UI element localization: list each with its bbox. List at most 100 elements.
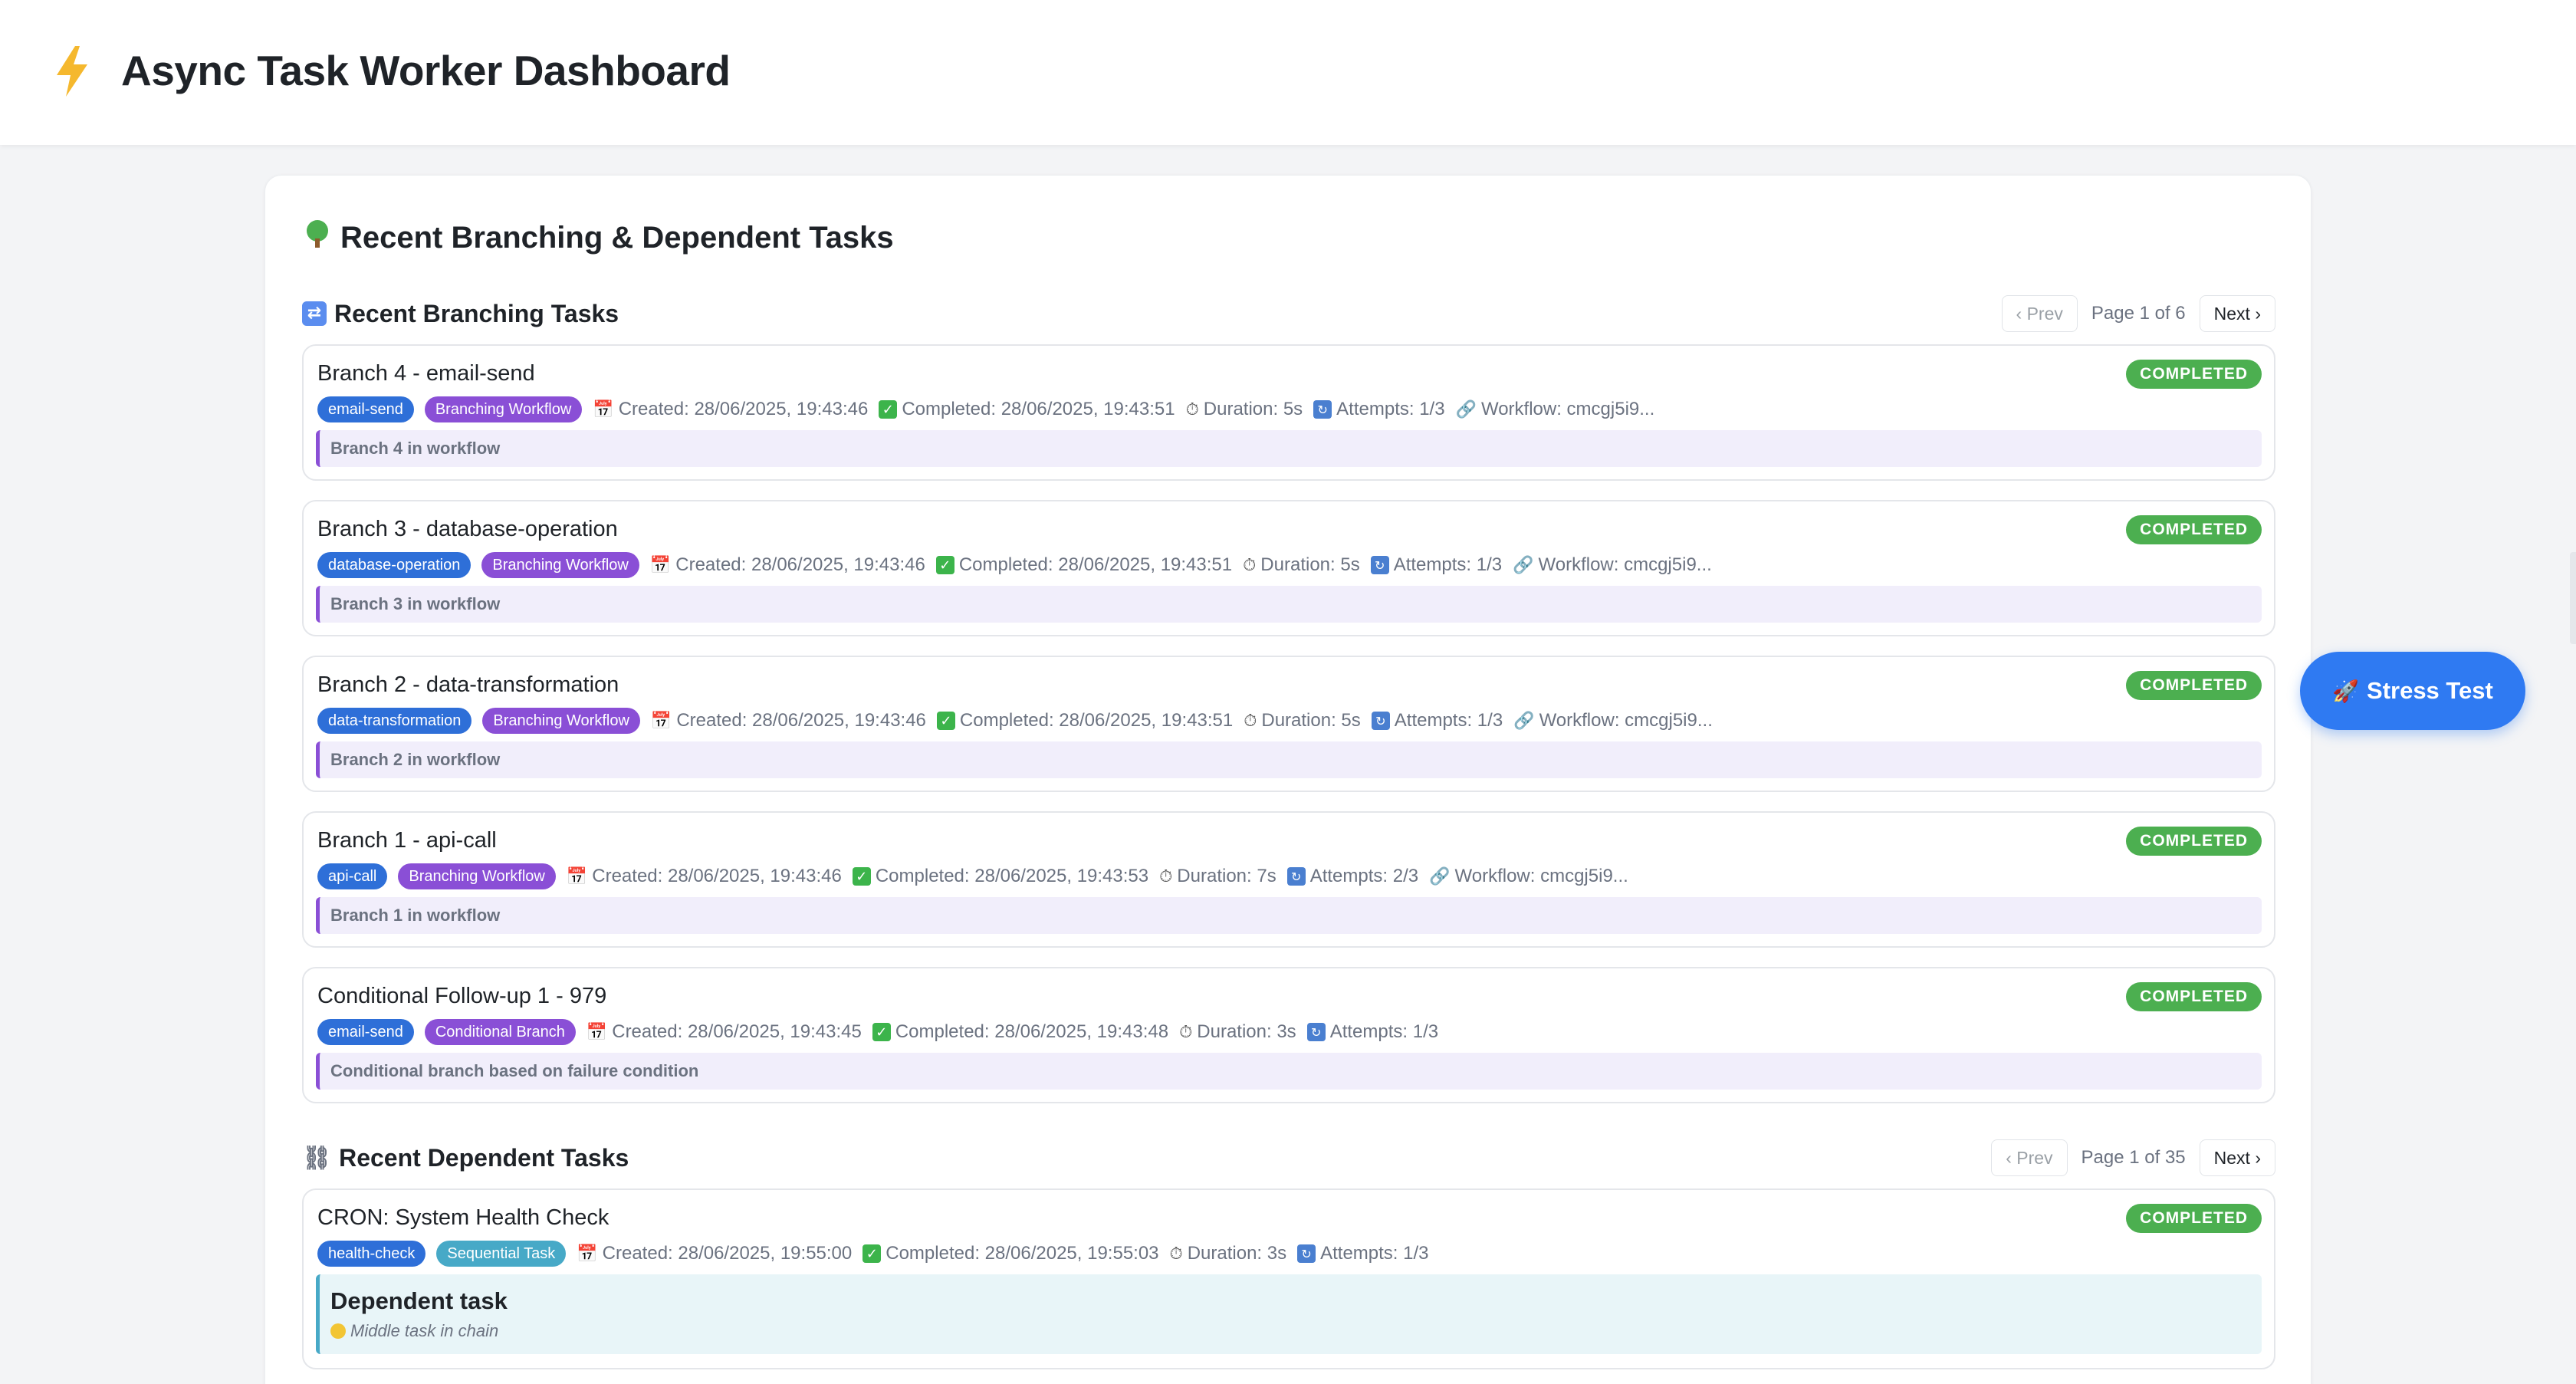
task-type-tag: email-send <box>317 396 414 422</box>
task-title: Conditional Follow-up 1 - 979 <box>317 984 607 1008</box>
task-meta: email-send Branching Workflow 📅 Created: … <box>317 396 1654 422</box>
retry-icon: ↻ <box>1313 400 1332 419</box>
completed-meta: ✓ Completed: 28/06/2025, 19:55:03 <box>863 1243 1159 1264</box>
dependent-desc-title: Dependent task <box>330 1287 508 1314</box>
task-meta: email-send Conditional Branch 📅 Created: … <box>317 1019 1438 1045</box>
created-meta: 📅 Created: 28/06/2025, 19:43:46 <box>650 554 925 576</box>
task-title: Branch 4 - email-send <box>317 361 535 386</box>
link-icon: 🔗 <box>1455 399 1477 419</box>
duration-text: Duration: 5s <box>1203 399 1303 419</box>
link-icon: 🔗 <box>1513 555 1534 575</box>
retry-icon: ↻ <box>1286 867 1306 886</box>
branching-title-text: Recent Branching Tasks <box>334 299 619 327</box>
check-icon: ✓ <box>879 400 898 419</box>
completed-meta: ✓ Completed: 28/06/2025, 19:43:51 <box>936 710 1234 731</box>
dependent-title-text: Recent Dependent Tasks <box>339 1143 629 1172</box>
link-icon: 🔗 <box>1429 866 1451 886</box>
duration-text: Duration: 7s <box>1177 866 1276 886</box>
task-meta: database-operation Branching Workflow 📅 C… <box>317 552 1712 578</box>
stopwatch-icon: ⏱ <box>1179 1022 1193 1042</box>
attempts-text: Attempts: 1/3 <box>1394 710 1503 731</box>
created-meta: 📅 Created: 28/06/2025, 19:43:46 <box>651 710 926 731</box>
dependent-prev-button[interactable]: ‹ Prev <box>1991 1139 2068 1176</box>
workflow-text: Workflow: cmcgj5i9... <box>1538 554 1712 575</box>
calendar-icon: 📅 <box>586 1022 608 1042</box>
stress-test-button[interactable]: 🚀 Stress Test <box>2300 652 2525 730</box>
top-bar: Async Task Worker Dashboard <box>0 0 2576 145</box>
duration-text: Duration: 5s <box>1261 710 1361 731</box>
panel-title-text: Recent Branching & Dependent Tasks <box>340 220 894 255</box>
dependent-section-header: ⛓ Recent Dependent Tasks ‹ Prev Page 1 o… <box>302 1139 2275 1177</box>
branching-task-card[interactable]: Conditional Follow-up 1 - 979 COMPLETED … <box>302 967 2275 1103</box>
duration-meta: ⏱ Duration: 5s <box>1243 554 1360 576</box>
workflow-tag: Branching Workflow <box>424 396 583 422</box>
created-text: Created: 28/06/2025, 19:55:00 <box>602 1243 853 1264</box>
branching-task-card[interactable]: Branch 3 - database-operation COMPLETED … <box>302 500 2275 636</box>
stopwatch-icon: ⏱ <box>1159 866 1173 886</box>
duration-meta: ⏱ Duration: 5s <box>1186 399 1303 420</box>
branching-task-card[interactable]: Branch 4 - email-send COMPLETED email-se… <box>302 344 2275 481</box>
duration-text: Duration: 5s <box>1260 554 1360 575</box>
dependent-task-card[interactable]: CRON: System Health Check COMPLETED heal… <box>302 1188 2275 1369</box>
attempts-meta: ↻ Attempts: 2/3 <box>1286 866 1419 887</box>
task-type-tag: api-call <box>317 863 388 889</box>
stopwatch-icon: ⏱ <box>1169 1244 1183 1264</box>
task-meta: api-call Branching Workflow 📅 Created: 28… <box>317 863 1628 889</box>
attempts-text: Attempts: 2/3 <box>1309 866 1419 886</box>
created-text: Created: 28/06/2025, 19:43:46 <box>676 710 926 731</box>
check-icon: ✓ <box>852 867 871 886</box>
side-drawer-handle[interactable] <box>2570 552 2576 644</box>
branching-task-card[interactable]: Branch 2 - data-transformation COMPLETED… <box>302 656 2275 792</box>
task-type-tag: data-transformation <box>317 708 472 734</box>
workflow-tag: Branching Workflow <box>482 708 640 734</box>
attempts-meta: ↻ Attempts: 1/3 <box>1371 710 1503 731</box>
task-type-tag: health-check <box>317 1241 426 1267</box>
attempts-text: Attempts: 1/3 <box>1320 1243 1429 1264</box>
app-title: Async Task Worker Dashboard <box>121 47 731 94</box>
completed-text: Completed: 28/06/2025, 19:43:51 <box>959 710 1234 731</box>
workflow-meta: 🔗 Workflow: cmcgj5i9... <box>1456 399 1655 420</box>
branching-section-header: ⇄ Recent Branching Tasks ‹ Prev Page 1 o… <box>302 294 2275 333</box>
created-text: Created: 28/06/2025, 19:43:45 <box>612 1021 862 1042</box>
completed-text: Completed: 28/06/2025, 19:55:03 <box>886 1243 1159 1264</box>
retry-icon: ↻ <box>1371 712 1390 730</box>
completed-text: Completed: 28/06/2025, 19:43:51 <box>958 554 1233 575</box>
created-meta: 📅 Created: 28/06/2025, 19:43:45 <box>586 1021 862 1043</box>
workflow-tag: Branching Workflow <box>398 863 556 889</box>
completed-meta: ✓ Completed: 28/06/2025, 19:43:53 <box>852 866 1149 887</box>
duration-meta: ⏱ Duration: 7s <box>1159 866 1276 887</box>
attempts-meta: ↻ Attempts: 1/3 <box>1313 399 1445 420</box>
branching-task-card[interactable]: Branch 1 - api-call COMPLETED api-call B… <box>302 811 2275 948</box>
workflow-meta: 🔗 Workflow: cmcgj5i9... <box>1513 710 1713 731</box>
workflow-meta: 🔗 Workflow: cmcgj5i9... <box>1513 554 1712 576</box>
check-icon: ✓ <box>863 1244 882 1263</box>
stopwatch-icon: ⏱ <box>1185 399 1199 419</box>
created-text: Created: 28/06/2025, 19:43:46 <box>618 399 869 419</box>
duration-text: Duration: 3s <box>1187 1243 1287 1264</box>
yellow-circle-icon <box>330 1323 346 1339</box>
retry-icon: ↻ <box>1370 556 1389 574</box>
dependent-next-button[interactable]: Next › <box>2199 1139 2275 1176</box>
dependent-pager: ‹ Prev Page 1 of 35 Next › <box>1991 1139 2275 1176</box>
status-badge: COMPLETED <box>2126 827 2262 856</box>
retry-icon: ↻ <box>1306 1023 1326 1041</box>
task-description: Branch 1 in workflow <box>316 897 2262 934</box>
task-meta: health-check Sequential Task 📅 Created: 2… <box>317 1241 1429 1267</box>
branching-next-button[interactable]: Next › <box>2199 295 2275 332</box>
created-meta: 📅 Created: 28/06/2025, 19:43:46 <box>567 866 842 887</box>
completed-text: Completed: 28/06/2025, 19:43:51 <box>902 399 1175 419</box>
calendar-icon: 📅 <box>650 711 672 731</box>
calendar-icon: 📅 <box>593 399 614 419</box>
shuffle-icon: ⇄ <box>302 301 327 326</box>
rocket-icon: 🚀 <box>2332 678 2360 704</box>
task-meta: data-transformation Branching Workflow 📅… <box>317 708 1713 734</box>
attempts-text: Attempts: 1/3 <box>1329 1021 1439 1042</box>
created-meta: 📅 Created: 28/06/2025, 19:43:46 <box>593 399 868 420</box>
dependent-desc-sub: Middle task in chain <box>330 1321 498 1341</box>
calendar-icon: 📅 <box>566 866 588 886</box>
status-badge: COMPLETED <box>2126 982 2262 1011</box>
branching-prev-button[interactable]: ‹ Prev <box>2001 295 2078 332</box>
completed-text: Completed: 28/06/2025, 19:43:53 <box>875 866 1149 886</box>
duration-meta: ⏱ Duration: 3s <box>1179 1021 1296 1043</box>
branching-pager: ‹ Prev Page 1 of 6 Next › <box>2001 295 2275 332</box>
